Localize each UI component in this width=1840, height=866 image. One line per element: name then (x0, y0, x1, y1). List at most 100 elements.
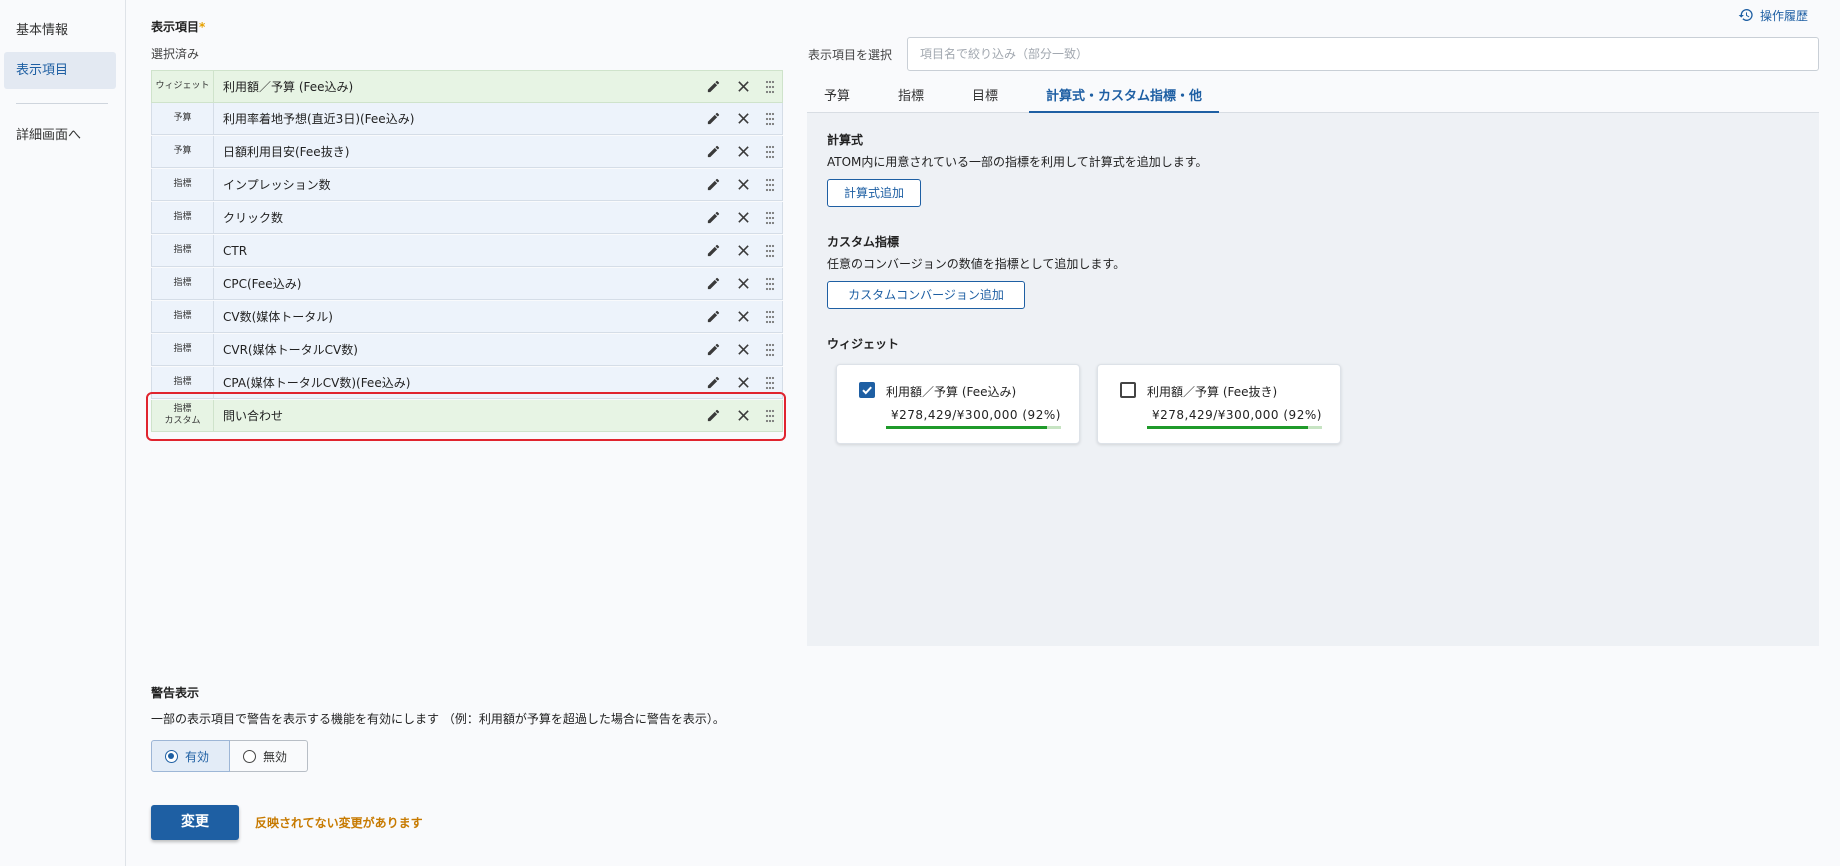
item-category-tag: 指標 (152, 235, 214, 266)
edit-item-button[interactable] (698, 169, 728, 200)
pencil-icon (707, 343, 719, 356)
selected-item-row[interactable]: 指標 CVR(媒体トータルCV数) (151, 334, 783, 366)
selected-item-row[interactable]: 指標 CPA(媒体トータルCV数)(Fee込み) (151, 367, 783, 399)
pencil-icon (707, 409, 719, 422)
tab-formula-custom[interactable]: 計算式・カスタム指標・他 (1029, 82, 1219, 113)
remove-item-button[interactable] (728, 169, 758, 200)
remove-item-button[interactable] (728, 202, 758, 233)
check-icon (862, 386, 872, 395)
edit-item-button[interactable] (698, 400, 728, 431)
item-name: CV数(媒体トータル) (223, 310, 333, 324)
close-icon (737, 311, 749, 322)
warning-enabled-option[interactable]: 有効 (151, 740, 230, 772)
sidebar-item-display-items[interactable]: 表示項目 (4, 52, 116, 89)
drag-handle[interactable] (758, 235, 782, 266)
widget-value: ¥278,429/¥300,000 (92%) (891, 408, 1061, 422)
item-category-label: 指標 (173, 244, 192, 255)
selected-item-row[interactable]: 予算 日額利用目安(Fee抜き) (151, 136, 783, 168)
display-items-title: 表示項目* (151, 18, 205, 35)
drag-handle-icon (765, 343, 775, 356)
edit-item-button[interactable] (698, 334, 728, 365)
item-category-label: 指標 (173, 277, 192, 288)
drag-handle-icon (765, 409, 775, 422)
drag-handle-icon (765, 310, 775, 323)
selected-item-row[interactable]: 指標 CV数(媒体トータル) (151, 301, 783, 333)
sidebar-divider (16, 103, 108, 104)
pencil-icon (707, 277, 719, 290)
edit-item-button[interactable] (698, 268, 728, 299)
warning-disabled-option[interactable]: 無効 (230, 740, 308, 772)
drag-handle[interactable] (758, 334, 782, 365)
drag-handle[interactable] (758, 367, 782, 398)
widget-card-fee-excluded[interactable]: 利用額／予算 (Fee抜き) ¥278,429/¥300,000 (92%) (1097, 364, 1341, 444)
item-category-tag: 予算 (152, 136, 214, 167)
remove-item-button[interactable] (728, 103, 758, 134)
edit-item-button[interactable] (698, 136, 728, 167)
selected-item-row[interactable]: 指標 CPC(Fee込み) (151, 268, 783, 300)
pencil-icon (707, 211, 719, 224)
pencil-icon (707, 145, 719, 158)
drag-handle-icon (765, 244, 775, 257)
edit-item-button[interactable] (698, 71, 728, 102)
remove-item-button[interactable] (728, 136, 758, 167)
drag-handle[interactable] (758, 268, 782, 299)
pencil-icon (707, 376, 719, 389)
warning-title: 警告表示 (151, 686, 200, 700)
tab-goals[interactable]: 目標 (963, 82, 1007, 112)
tab-metrics[interactable]: 指標 (889, 82, 933, 112)
remove-item-button[interactable] (728, 367, 758, 398)
item-category-label: 指標 (173, 178, 192, 189)
widget-card-fee-included[interactable]: 利用額／予算 (Fee込み) ¥278,429/¥300,000 (92%) (836, 364, 1080, 444)
edit-item-button[interactable] (698, 103, 728, 134)
close-icon (737, 146, 749, 157)
selected-item-row[interactable]: 予算 利用率着地予想(直近3日)(Fee込み) (151, 103, 783, 135)
remove-item-button[interactable] (728, 268, 758, 299)
add-formula-button[interactable]: 計算式追加 (827, 179, 921, 207)
sidebar-item-basic-info[interactable]: 基本情報 (4, 12, 116, 49)
operation-history-link[interactable]: 操作履歴 (1738, 5, 1808, 25)
edit-item-button[interactable] (698, 301, 728, 332)
formula-title: 計算式 (827, 133, 864, 147)
selected-item-row[interactable]: 指標 クリック数 (151, 202, 783, 234)
selected-item-row[interactable]: 指標 インプレッション数 (151, 169, 783, 201)
drag-handle-icon (765, 80, 775, 93)
radio-icon (243, 749, 256, 763)
remove-item-button[interactable] (728, 334, 758, 365)
remove-item-button[interactable] (728, 71, 758, 102)
edit-item-button[interactable] (698, 202, 728, 233)
close-icon (737, 410, 749, 421)
add-custom-conversion-button[interactable]: カスタムコンバージョン追加 (827, 281, 1025, 309)
drag-handle[interactable] (758, 169, 782, 200)
widget-checkbox-fee-excluded[interactable] (1120, 382, 1136, 398)
drag-handle[interactable] (758, 103, 782, 134)
drag-handle[interactable] (758, 136, 782, 167)
drag-handle[interactable] (758, 71, 782, 102)
drag-handle[interactable] (758, 202, 782, 233)
widget-progress-fill (886, 426, 1047, 429)
drag-handle-icon (765, 112, 775, 125)
widget-checkbox-fee-included[interactable] (859, 382, 875, 398)
selected-item-row[interactable]: 指標 CTR (151, 235, 783, 267)
remove-item-button[interactable] (728, 400, 758, 431)
selected-item-row[interactable]: ウィジェット 利用額／予算 (Fee込み) (151, 70, 783, 103)
pencil-icon (707, 244, 719, 257)
drag-handle[interactable] (758, 400, 782, 431)
widget-progress-bar (886, 426, 1061, 429)
item-category-tag: 指標 カスタム (152, 400, 214, 431)
remove-item-button[interactable] (728, 235, 758, 266)
widget-title: ウィジェット (827, 337, 900, 351)
edit-item-button[interactable] (698, 367, 728, 398)
change-button[interactable]: 変更 (151, 805, 239, 840)
edit-item-button[interactable] (698, 235, 728, 266)
sidebar-item-detail-page[interactable]: 詳細画面へ (4, 117, 116, 154)
widget-label: 利用額／予算 (Fee込み) (886, 385, 1017, 399)
filter-input[interactable] (907, 37, 1819, 71)
selected-item-row[interactable]: 指標 カスタム 問い合わせ (151, 400, 783, 432)
drag-handle[interactable] (758, 301, 782, 332)
item-category-tag: 指標 (152, 334, 214, 365)
radio-icon (165, 749, 178, 763)
remove-item-button[interactable] (728, 301, 758, 332)
tab-budget[interactable]: 予算 (815, 82, 859, 112)
item-category-label: 予算 (173, 145, 192, 156)
drag-handle-icon (765, 145, 775, 158)
